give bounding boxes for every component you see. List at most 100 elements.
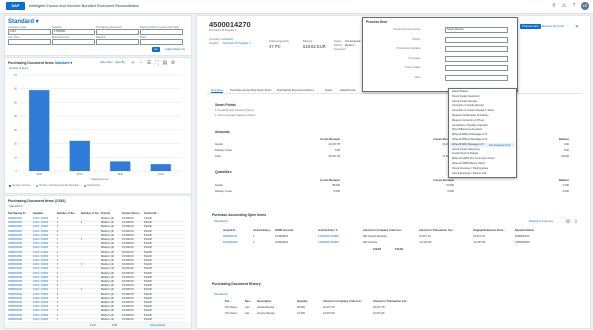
table-cell: PO History (225, 306, 238, 309)
filter-input[interactable]: 1010 (8, 29, 51, 35)
dropdown-option[interactable]: Check Employee / Partner Link (450, 172, 515, 177)
column-header[interactable]: Priority (101, 212, 110, 215)
settings-icon[interactable]: ⚙ (170, 60, 176, 66)
legend-icon[interactable]: ☰ (146, 60, 152, 66)
adapt-filters-button[interactable]: Adapt Filters (2) (163, 47, 187, 52)
value-cell: 1.000 (562, 184, 570, 187)
supplier-link[interactable]: Domestic US Supplier 1 (223, 42, 251, 45)
propose-item-button[interactable]: Propose Item (520, 24, 541, 29)
filter-input[interactable] (96, 29, 139, 35)
export-icon[interactable]: ⇩ (573, 219, 579, 225)
search-icon[interactable]: ⚲ (551, 3, 557, 9)
row-label: Goods (215, 143, 223, 146)
table-cell[interactable]: 4500001048 (8, 318, 22, 322)
column-header[interactable]: GR/IR Account (275, 229, 293, 232)
column-header[interactable]: Amount in Transaction Cur... (373, 300, 408, 303)
smart-point-2: 1 Invoice Quantity Variance (Open) (215, 114, 256, 117)
column-header[interactable]: Amount in Company Code Cur... (323, 300, 363, 303)
open-items-variant[interactable]: Standard ▾ (212, 219, 230, 224)
tab-purchasing-document-history[interactable]: Purchasing Document History (277, 88, 314, 92)
column-header[interactable]: Description (257, 300, 271, 303)
column-header[interactable]: Amount in Transaction Cur... (419, 229, 454, 232)
quantities-title: Quantities (215, 170, 232, 174)
supplier-label: Supplier: (209, 42, 220, 45)
sap-logo: SAP (6, 2, 25, 10)
zoom-out-icon[interactable]: − (138, 60, 144, 66)
column-header[interactable]: Quantity (297, 300, 308, 303)
priority-label: Priority: (334, 44, 343, 47)
table-cell[interactable]: 1010 / 10001 (33, 318, 48, 322)
fullscreen-icon[interactable]: ⛶ (154, 60, 160, 66)
column-header[interactable]: Pur... (225, 300, 231, 303)
selected-badge: Not Assigned (3,0) (489, 143, 511, 147)
priority-value: Medium (345, 44, 355, 47)
value-cell: 519.82 (561, 155, 569, 158)
resolve-items-button[interactable]: Resolve Items (8) (540, 24, 566, 29)
column-header[interactable]: Payment Memo (515, 229, 534, 232)
reason-select[interactable]: Select Reason (445, 27, 508, 33)
bar-chart: 0 10 20 30 40 50 60 70 4500 4510 4520 4530 Material … (14, 73, 181, 181)
help-icon[interactable]: ? (571, 3, 577, 9)
chart-panel: Purchasing Document Items Standard ▾ Num… (4, 57, 192, 194)
column-header[interactable]: Journal Entry... (253, 229, 272, 232)
field-input[interactable] (445, 46, 508, 52)
zoom-in-icon[interactable]: + (130, 60, 136, 66)
notifications-icon[interactable]: ⚠ (561, 3, 567, 9)
column-header[interactable]: Amount in Company Code Cur... (363, 229, 403, 232)
filter-variant[interactable]: Standard ▾ (8, 18, 39, 25)
column-header[interactable]: Number of Op... (81, 212, 100, 215)
column-header[interactable]: Supplier (33, 212, 43, 215)
x-tick-label: 4500 (36, 172, 42, 176)
value-cell: 0.00 (563, 149, 569, 152)
column-header[interactable]: Purchasing D... (8, 212, 27, 215)
column-header[interactable]: Number of Ite... (57, 212, 76, 215)
table-cell: Invoice Receipt (257, 311, 275, 315)
footer-mid: 1.00 (112, 324, 118, 327)
items-variant[interactable]: Standard ▾ (7, 204, 25, 209)
table-cell: 5000000132 (515, 235, 530, 238)
bar[interactable] (110, 161, 131, 171)
field-input[interactable] (445, 65, 508, 71)
company-value[interactable]: 1010 (227, 38, 233, 41)
table-cell[interactable]: 5100000009 (223, 241, 237, 244)
filter-input[interactable] (140, 39, 183, 45)
chart-type-icon[interactable]: ▤ (162, 60, 168, 66)
row-label: Delivery Costs (215, 149, 232, 152)
y-tick-label: 40 (14, 114, 17, 118)
history-variant[interactable]: Standard ▾ (212, 292, 230, 297)
bar[interactable] (69, 140, 90, 171)
tab-notes[interactable]: Notes (325, 88, 332, 92)
filter-input[interactable] (140, 29, 183, 35)
table-cell: WE (Goods Receipt) (363, 235, 387, 238)
tab-attachments[interactable]: Attachments (340, 88, 356, 92)
filter-input[interactable] (8, 39, 51, 45)
filter-input[interactable] (96, 39, 139, 45)
bar[interactable] (150, 164, 171, 171)
view-by-button[interactable]: View By (113, 60, 127, 65)
tab-purchase-accounting-open-items[interactable]: Purchase Accounting Open Items (230, 88, 272, 92)
column-header[interactable]: Invoice Recei... (122, 212, 141, 215)
display-currency-button[interactable]: Display in Currency (527, 219, 555, 224)
close-icon[interactable]: ✕ (574, 24, 580, 30)
filter-input[interactable] (52, 39, 95, 45)
field-input[interactable] (445, 74, 508, 81)
column-header[interactable]: Journal E... (223, 229, 237, 232)
bar[interactable] (29, 90, 50, 171)
filter-input[interactable]: 17300001 (52, 29, 95, 35)
field-input[interactable] (445, 36, 508, 43)
status-label: Status: (334, 40, 343, 43)
column-header[interactable]: Des... (245, 300, 252, 303)
column-header[interactable]: Original Reference Docu... (473, 229, 505, 232)
table-cell: 12/28/2023 (275, 241, 288, 244)
show-details-link[interactable]: Show Details (150, 323, 165, 328)
column-header[interactable]: Invoice Di... (144, 212, 158, 215)
user-avatar[interactable]: KR (581, 2, 589, 10)
field-input[interactable] (445, 55, 508, 62)
process-item-dialog: Process Item Processing Instructions: Sel… (362, 17, 518, 92)
settings-icon[interactable]: ⚙ (565, 219, 571, 225)
column-header[interactable]: Journal Entry T... (318, 229, 339, 232)
go-button[interactable]: Go (152, 47, 160, 52)
process-item-title: Process Item (366, 20, 388, 24)
filter-bar: Standard ▾ Company Code: 1010 Supplier: 173… (4, 15, 192, 56)
table-cell[interactable]: 5000000132 (223, 235, 237, 238)
